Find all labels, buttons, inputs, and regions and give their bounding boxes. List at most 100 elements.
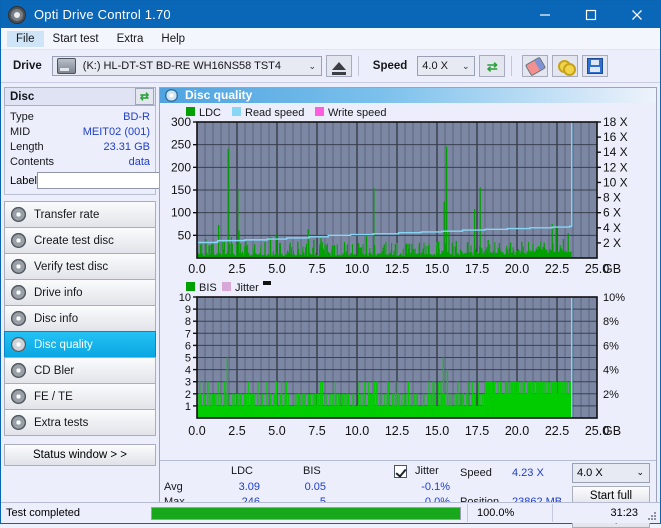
svg-text:12 X: 12 X xyxy=(603,160,628,174)
chevron-down-icon: ⌄ xyxy=(304,61,321,72)
svg-text:5.0: 5.0 xyxy=(268,424,285,438)
window-title: Opti Drive Control 1.70 xyxy=(34,7,171,22)
toolbar-divider-2 xyxy=(511,56,512,76)
test-speed-select[interactable]: 4.0 X ⌄ xyxy=(572,463,650,483)
svg-text:20.0: 20.0 xyxy=(505,424,529,438)
main-area: Disc ⇄ Type BD-R MID MEIT02 (001) Length… xyxy=(1,83,660,517)
sidebar-item-drive-info[interactable]: Drive info xyxy=(4,279,156,306)
disc-panel-header: Disc ⇄ xyxy=(4,87,156,106)
elapsed-time: 31:23 xyxy=(552,504,660,522)
close-button[interactable] xyxy=(614,1,660,28)
svg-text:22.5: 22.5 xyxy=(545,424,569,438)
svg-text:2.5: 2.5 xyxy=(228,424,245,438)
svg-text:6: 6 xyxy=(185,340,191,352)
sidebar-item-disc-info[interactable]: Disc info xyxy=(4,305,156,332)
svg-text:200: 200 xyxy=(171,160,191,174)
svg-text:GB: GB xyxy=(603,424,621,438)
bis-jitter-chart: BIS Jitter 123456789102%4%6%8%10%0.02.55… xyxy=(160,278,656,460)
app-disc-icon xyxy=(8,6,26,24)
disc-mid-label: MID xyxy=(10,126,30,138)
disc-type-value: BD-R xyxy=(123,111,150,123)
menu-extra[interactable]: Extra xyxy=(108,31,153,47)
status-bar: Test completed 100.0% 31:23 xyxy=(1,502,660,523)
menu-bar: File Start test Extra Help xyxy=(1,28,660,50)
svg-text:9: 9 xyxy=(185,304,191,316)
title-bar: Opti Drive Control 1.70 xyxy=(1,1,660,28)
disc-type-label: Type xyxy=(10,111,34,123)
disc-length-label: Length xyxy=(10,141,44,153)
legend-swatch-read-speed xyxy=(232,107,241,116)
sidebar-item-label: Extra tests xyxy=(34,417,88,429)
content-panel: Disc quality LDC Read speed Write speed … xyxy=(159,87,657,517)
disc-length-value: 23.31 GB xyxy=(104,141,150,153)
menu-start-test[interactable]: Start test xyxy=(44,31,108,47)
minimize-button[interactable] xyxy=(522,1,568,28)
sidebar-item-label: FE / TE xyxy=(34,391,73,403)
refresh-button[interactable]: ⇄ xyxy=(479,55,505,77)
svg-text:0.0: 0.0 xyxy=(188,262,205,276)
quality-button[interactable] xyxy=(552,55,578,77)
svg-text:5: 5 xyxy=(185,352,191,364)
sidebar-item-cd-bler[interactable]: CD Bler xyxy=(4,357,156,384)
drive-select-value: (K:) HL-DT-ST BD-RE WH16NS58 TST4 xyxy=(79,60,285,72)
maximize-button[interactable] xyxy=(568,1,614,28)
disc-contents-label: Contents xyxy=(10,156,54,168)
drive-label: Drive xyxy=(13,60,42,72)
erase-button[interactable] xyxy=(522,55,548,77)
svg-text:6 X: 6 X xyxy=(603,205,621,219)
svg-text:20.0: 20.0 xyxy=(505,262,529,276)
disc-row-length: Length 23.31 GB xyxy=(10,139,150,154)
sidebar-item-label: Disc quality xyxy=(34,339,93,351)
sidebar-item-disc-quality[interactable]: Disc quality xyxy=(4,331,156,358)
disc-refresh-button[interactable]: ⇄ xyxy=(135,88,154,105)
menu-file[interactable]: File xyxy=(7,31,44,47)
svg-text:6%: 6% xyxy=(603,340,619,352)
disc-icon xyxy=(11,415,26,430)
disc-icon xyxy=(11,363,26,378)
svg-text:GB: GB xyxy=(603,262,621,276)
svg-text:4 X: 4 X xyxy=(603,220,621,234)
status-window-button[interactable]: Status window > > xyxy=(4,444,156,466)
eject-button[interactable] xyxy=(326,55,352,77)
test-nav-list: Transfer rate Create test disc Verify te… xyxy=(4,201,156,436)
svg-text:0.0: 0.0 xyxy=(188,424,205,438)
menu-help[interactable]: Help xyxy=(152,31,194,47)
stats-avg-bis: 0.05 xyxy=(278,481,326,493)
speed-stat-value: 4.23 X xyxy=(512,467,544,479)
disc-row-type: Type BD-R xyxy=(10,109,150,124)
refresh-icon: ⇄ xyxy=(487,60,498,73)
jitter-checkbox[interactable] xyxy=(394,465,407,478)
sidebar-item-fe-te[interactable]: FE / TE xyxy=(4,383,156,410)
svg-text:7: 7 xyxy=(185,328,191,340)
charts-area: LDC Read speed Write speed 5010015020025… xyxy=(160,103,656,460)
save-button[interactable] xyxy=(582,55,608,77)
progress-bar xyxy=(151,507,461,520)
svg-text:12.5: 12.5 xyxy=(385,262,409,276)
svg-text:8 X: 8 X xyxy=(603,190,621,204)
jitter-label: Jitter xyxy=(415,465,439,477)
svg-text:5.0: 5.0 xyxy=(268,262,285,276)
sidebar-item-verify-test-disc[interactable]: Verify test disc xyxy=(4,253,156,280)
svg-text:2.5: 2.5 xyxy=(228,262,245,276)
legend-label-jitter: Jitter xyxy=(235,282,259,294)
stats-col-bis: BIS xyxy=(303,465,321,477)
disc-panel-title: Disc xyxy=(10,91,34,103)
stats-row-avg-label: Avg xyxy=(164,481,183,493)
speed-stat-label: Speed xyxy=(460,467,492,479)
sidebar-item-create-test-disc[interactable]: Create test disc xyxy=(4,227,156,254)
svg-text:22.5: 22.5 xyxy=(545,262,569,276)
toolbar-divider xyxy=(358,56,359,76)
sidebar: Disc ⇄ Type BD-R MID MEIT02 (001) Length… xyxy=(1,83,159,517)
speed-select[interactable]: 4.0 X ⌄ xyxy=(417,56,475,76)
sidebar-item-extra-tests[interactable]: Extra tests xyxy=(4,409,156,436)
drive-select[interactable]: (K:) HL-DT-ST BD-RE WH16NS58 TST4 ⌄ xyxy=(52,56,322,76)
svg-text:15.0: 15.0 xyxy=(425,424,449,438)
disc-icon xyxy=(11,285,26,300)
svg-text:1: 1 xyxy=(185,401,191,413)
disc-quality-icon xyxy=(165,89,178,102)
resize-grip[interactable] xyxy=(647,511,657,521)
sidebar-item-transfer-rate[interactable]: Transfer rate xyxy=(4,201,156,228)
svg-text:10.0: 10.0 xyxy=(345,262,369,276)
svg-text:7.5: 7.5 xyxy=(308,262,325,276)
svg-text:3: 3 xyxy=(185,376,191,388)
